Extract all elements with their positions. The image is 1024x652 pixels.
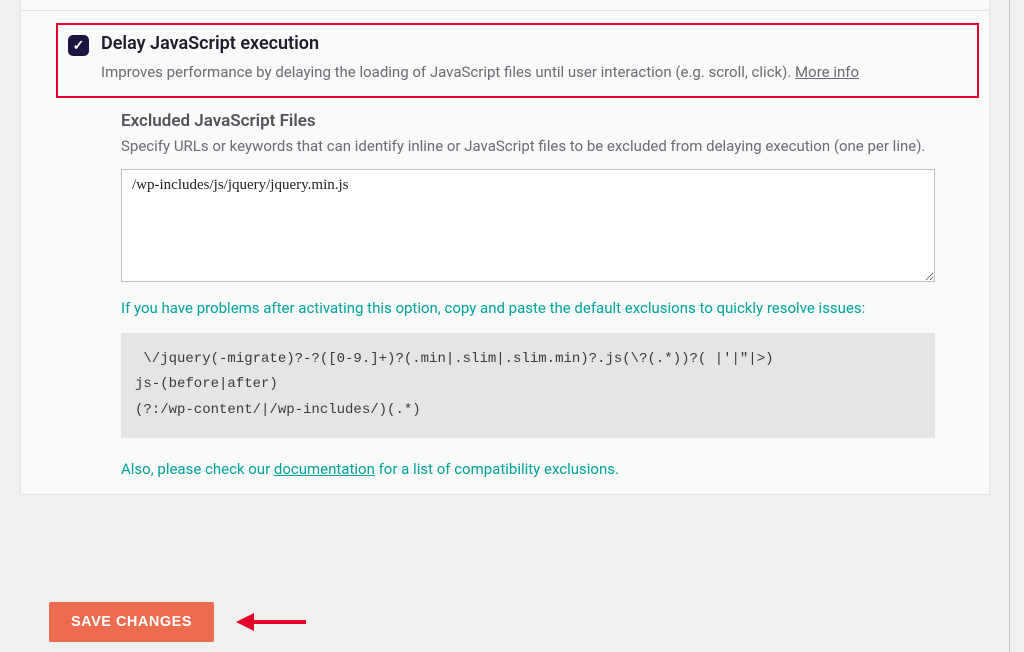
delay-js-desc-text: Improves performance by delaying the loa…: [101, 63, 795, 81]
delay-js-description: Improves performance by delaying the loa…: [101, 62, 859, 82]
save-changes-button[interactable]: SAVE CHANGES: [49, 602, 214, 642]
delay-js-checkbox[interactable]: ✓: [68, 35, 89, 56]
doc-prefix: Also, please check our: [121, 460, 274, 478]
delay-js-option-row: ✓ Delay JavaScript execution Improves pe…: [68, 33, 967, 82]
excluded-js-section: Excluded JavaScript Files Specify URLs o…: [121, 111, 935, 478]
documentation-link[interactable]: documentation: [274, 460, 375, 478]
delay-js-title: Delay JavaScript execution: [101, 33, 859, 54]
delay-js-text: Delay JavaScript execution Improves perf…: [101, 33, 859, 82]
settings-panel: ✓ Delay JavaScript execution Improves pe…: [20, 0, 990, 495]
outer-border: [1009, 0, 1010, 652]
excluded-js-description: Specify URLs or keywords that can identi…: [121, 136, 935, 158]
excluded-js-textarea[interactable]: [121, 169, 935, 282]
excluded-js-title: Excluded JavaScript Files: [121, 111, 935, 131]
save-row: SAVE CHANGES: [49, 602, 308, 642]
documentation-hint: Also, please check our documentation for…: [121, 460, 935, 478]
more-info-link[interactable]: More info: [795, 63, 859, 81]
doc-suffix: for a list of compatibility exclusions.: [375, 460, 619, 478]
divider: [21, 10, 989, 11]
check-icon: ✓: [73, 39, 85, 53]
arrow-left-icon: [236, 610, 308, 634]
problem-hint-text: If you have problems after activating th…: [121, 297, 935, 320]
default-exclusions-code: \/jquery(-migrate)?-?([0-9.]+)?(.min|.sl…: [121, 333, 935, 439]
delay-js-highlight-box: ✓ Delay JavaScript execution Improves pe…: [56, 23, 979, 98]
